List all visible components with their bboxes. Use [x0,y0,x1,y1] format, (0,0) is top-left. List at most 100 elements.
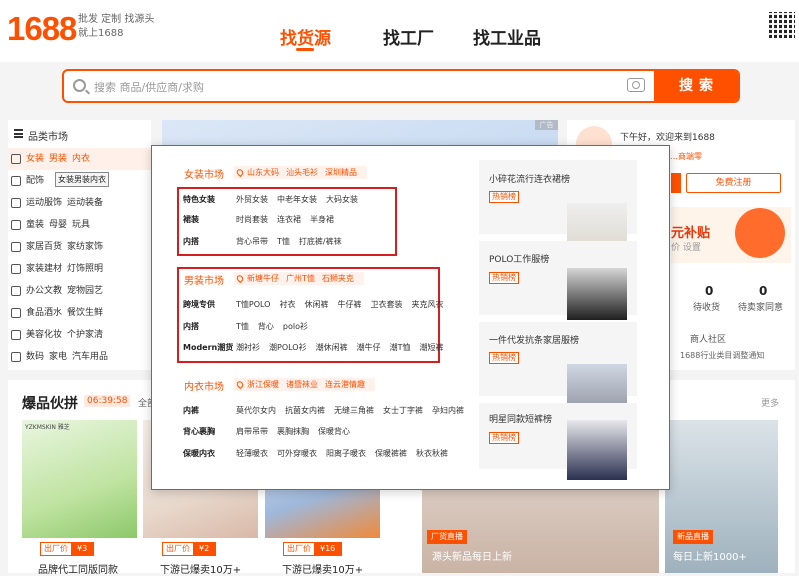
subcategory-link[interactable]: 衬衣 [279,300,295,309]
category-link[interactable]: 灯饰照明 [67,264,103,274]
category-row[interactable]: 办公文教 宠物园艺 [8,280,151,302]
section-title-women[interactable]: 女装市场 [184,166,224,181]
category-link[interactable]: 内衣 [72,154,90,164]
category-row[interactable]: 美容化妆 个护家清 [8,324,151,346]
subcategory-link[interactable]: 可外穿暖衣 [277,449,317,458]
subcategory-link[interactable]: 潮牛仔 [357,343,381,352]
subcategory-link[interactable]: 潮短裤 [419,343,443,352]
tab-find-industrial[interactable]: 找工业品 [473,24,541,49]
register-button[interactable]: 免费注册 [686,173,781,193]
category-row[interactable]: 家装建材 灯饰照明 [8,258,151,280]
category-link[interactable]: 运动服饰 [26,198,62,208]
market-tag[interactable]: 诸暨袜业 [286,380,318,389]
subcategory-link[interactable]: 保暖背心 [318,427,350,436]
subcategory-link[interactable]: T恤POLO [236,300,270,309]
category-link[interactable]: 家居百货 [26,242,62,252]
stat-value[interactable]: 0 [705,284,713,298]
category-link[interactable]: 美容化妆 [26,330,62,340]
subcategory-link[interactable]: 连衣裙 [277,215,301,224]
subcategory-link[interactable]: 大码女装 [326,195,358,204]
stat-value[interactable]: 0 [759,284,767,298]
category-link[interactable]: 童装 [26,220,44,230]
market-tag[interactable]: 石狮夹克 [322,274,354,283]
subcategory-link[interactable]: 孕妇内裤 [432,406,464,415]
notice-link[interactable]: 1688行业类目调整通知 [680,350,764,361]
subcategory-link[interactable]: 休闲裤 [304,300,328,309]
product-card[interactable]: YZKMSKIN 雅芝 [22,420,137,538]
category-link[interactable]: 宠物园艺 [67,286,103,296]
category-row[interactable]: 女装 男装 内衣 [8,148,151,170]
login-button[interactable] [671,173,681,193]
market-tag[interactable]: 广州T恤 [286,274,315,283]
category-row[interactable]: 童装 母婴 玩具 [8,214,151,236]
category-row[interactable]: 家居百货 家纺家饰 [8,236,151,258]
market-tag[interactable]: 深圳精品 [325,168,357,177]
subcategory-link[interactable]: 潮POLO衫 [269,343,307,352]
category-row[interactable]: 食品酒水 餐饮生鲜 [8,302,151,324]
section-title-underwear[interactable]: 内衣市场 [184,378,224,393]
search-input[interactable] [94,77,614,97]
category-link[interactable]: 数码 [26,352,44,362]
subcategory-link[interactable]: 潮衬衫 [236,343,260,352]
more-link[interactable]: 更多 [761,396,779,409]
category-row[interactable]: 运动服饰 运动装备 [8,192,151,214]
stat-label[interactable]: 待卖家同意 [738,300,783,313]
category-link[interactable]: 配饰 [26,176,44,186]
site-logo[interactable]: 1688 [7,10,77,48]
category-link[interactable]: 家电 [49,352,67,362]
subcategory-link[interactable]: 打底裤/裤袜 [299,237,342,246]
subcategory-link[interactable]: 裹胸抹胸 [277,427,309,436]
category-row[interactable]: 数码 家电 汽车用品 [8,346,151,368]
subcategory-link[interactable]: 卫衣套装 [370,300,402,309]
subcategory-link[interactable]: polo衫 [283,322,308,331]
subcategory-link[interactable]: 女士丁字裤 [383,406,423,415]
subcategory-link[interactable]: 无缝三角裤 [334,406,374,415]
subcategory-link[interactable]: 中老年女装 [277,195,317,204]
subcategory-link[interactable]: 轻薄暖衣 [236,449,268,458]
subcategory-link[interactable]: 潮T恤 [390,343,411,352]
category-link[interactable]: 个护家清 [67,330,103,340]
community-link[interactable]: 商人社区 [690,332,726,345]
ranking-title[interactable]: POLO工作服榜 [489,252,549,265]
subcategory-link[interactable]: 保暖裤裤 [375,449,407,458]
market-tag[interactable]: 浙江保暖 [247,380,279,389]
category-link[interactable]: 办公文教 [26,286,62,296]
market-tag[interactable]: 汕头毛衫 [286,168,318,177]
category-link[interactable]: 家装建材 [26,264,62,274]
category-link[interactable]: 食品酒水 [26,308,62,318]
subcategory-link[interactable]: 牛仔裤 [337,300,361,309]
ranking-title[interactable]: 一件代发抗条家居服榜 [489,333,579,346]
stat-label[interactable]: 待收货 [693,300,720,313]
category-link[interactable]: 汽车用品 [72,352,108,362]
product-caption[interactable]: 品牌代工同版同款 [38,561,118,576]
category-link[interactable]: 运动装备 [67,198,103,208]
subcategory-link[interactable]: 秋衣秋裤 [416,449,448,458]
section-title-men[interactable]: 男装市场 [184,272,224,287]
search-button[interactable]: 搜索 [654,71,738,101]
category-link[interactable]: 男装 [49,154,67,164]
subcategory-link[interactable]: 夹克风衣 [411,300,443,309]
category-link[interactable]: 餐饮生鲜 [67,308,103,318]
category-link[interactable]: 玩具 [72,220,90,230]
product-caption[interactable]: 下游已爆卖10万+ [160,561,241,576]
market-tag[interactable]: 新塘牛仔 [247,274,279,283]
subcategory-link[interactable]: 阳离子暖衣 [326,449,366,458]
tab-find-factory[interactable]: 找工厂 [383,24,434,49]
market-tag[interactable]: 连云港情趣 [325,380,365,389]
subcategory-link[interactable]: 潮休闲裤 [316,343,348,352]
ranking-title[interactable]: 明星同款短裤榜 [489,412,552,425]
subcategory-link[interactable]: 肩带吊带 [236,427,268,436]
category-link[interactable]: 女装 [26,154,44,164]
tab-find-goods[interactable]: 找货源 [280,24,331,49]
subcategory-link[interactable]: 背心吊带 [236,237,268,246]
category-link[interactable]: 家纺家饰 [67,242,103,252]
camera-icon[interactable] [627,78,645,92]
subcategory-link[interactable]: T恤 [236,322,249,331]
subcategory-link[interactable]: T恤 [277,237,290,246]
subcategory-link[interactable]: 莫代尔女内 [236,406,276,415]
subcategory-link[interactable]: 背心 [258,322,274,331]
subcategory-link[interactable]: 抗菌女内裤 [285,406,325,415]
subcategory-link[interactable]: 时尚套装 [236,215,268,224]
subcategory-link[interactable]: 外贸女装 [236,195,268,204]
product-caption[interactable]: 下游已爆卖10万+ [282,561,363,576]
